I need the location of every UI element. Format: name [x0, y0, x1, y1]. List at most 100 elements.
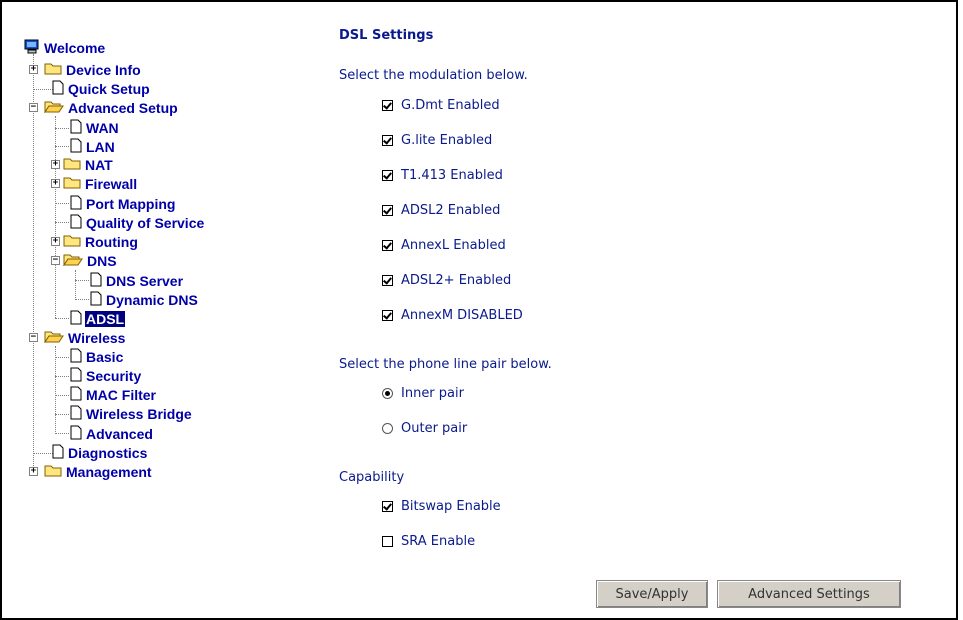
tree-item-advanced-setup[interactable]: Advanced Setup — [44, 98, 179, 117]
tree-label: NAT — [85, 156, 113, 173]
save-apply-button[interactable]: Save/Apply — [596, 580, 708, 608]
expand-icon[interactable]: + — [51, 160, 60, 169]
tree-item-routing[interactable]: Routing — [63, 232, 139, 251]
tree-line — [55, 203, 69, 204]
computer-icon — [24, 39, 40, 57]
tree-label: DNS Server — [106, 272, 184, 289]
tree-item-advanced[interactable]: Advanced — [70, 424, 154, 443]
tree-item-wan[interactable]: WAN — [70, 118, 120, 137]
option-sra[interactable]: SRA Enable — [382, 534, 475, 549]
tree-label: Management — [66, 463, 152, 480]
tree-line — [33, 89, 53, 90]
tree-item-wireless-bridge[interactable]: Wireless Bridge — [70, 404, 193, 423]
checkbox[interactable] — [382, 536, 393, 547]
tree-label: LAN — [86, 138, 115, 155]
expand-icon[interactable]: + — [51, 237, 60, 246]
tree-label: Basic — [86, 348, 124, 365]
option-label: ADSL2 Enabled — [401, 203, 501, 218]
checkbox[interactable] — [382, 310, 393, 321]
folder-icon — [44, 61, 62, 78]
document-icon — [52, 444, 64, 462]
tree-item-dns[interactable]: DNS — [63, 251, 118, 270]
tree-item-quality-of-service[interactable]: Quality of Service — [70, 213, 205, 232]
tree-line — [55, 318, 69, 319]
tree-label: Quick Setup — [68, 80, 150, 97]
collapse-icon[interactable]: − — [51, 256, 60, 265]
tree-item-basic[interactable]: Basic — [70, 347, 124, 366]
checkbox[interactable] — [382, 170, 393, 181]
option-annexm[interactable]: AnnexM DISABLED — [382, 308, 523, 323]
document-icon — [90, 272, 102, 290]
option-bitswap[interactable]: Bitswap Enable — [382, 499, 501, 514]
tree-item-diagnostics[interactable]: Diagnostics — [52, 443, 148, 462]
tree-line — [33, 453, 53, 454]
advanced-settings-button[interactable]: Advanced Settings — [717, 580, 901, 608]
tree-label: Device Info — [66, 61, 141, 78]
option-label: ADSL2+ Enabled — [401, 273, 512, 288]
checkbox[interactable] — [382, 501, 393, 512]
checkbox[interactable] — [382, 205, 393, 216]
document-icon — [52, 80, 64, 98]
option-adsl2[interactable]: ADSL2 Enabled — [382, 203, 500, 218]
tree-item-lan[interactable]: LAN — [70, 137, 116, 156]
option-gdmt[interactable]: G.Dmt Enabled — [382, 98, 500, 113]
modulation-prompt: Select the modulation below. — [339, 68, 528, 83]
document-icon — [70, 119, 82, 137]
tree-label: Security — [86, 367, 142, 384]
radio-inner-pair[interactable]: Inner pair — [382, 386, 464, 401]
tree-item-management[interactable]: Management — [44, 462, 153, 481]
tree-line — [75, 270, 76, 300]
checkbox[interactable] — [382, 240, 393, 251]
radio-button[interactable] — [382, 388, 393, 399]
checkbox[interactable] — [382, 275, 393, 286]
option-adsl2plus[interactable]: ADSL2+ Enabled — [382, 273, 511, 288]
tree-item-dns-server[interactable]: DNS Server — [90, 271, 184, 290]
expand-icon[interactable]: + — [29, 467, 38, 476]
open-folder-icon — [44, 329, 64, 346]
tree-item-device-info[interactable]: Device Info — [44, 60, 142, 79]
document-icon — [70, 386, 82, 404]
tree-line — [55, 222, 69, 223]
tree-item-dynamic-dns[interactable]: Dynamic DNS — [90, 290, 199, 309]
expand-icon[interactable]: + — [51, 179, 60, 188]
tree-label: Quality of Service — [86, 214, 205, 231]
tree-item-adsl[interactable]: ADSL — [70, 309, 126, 328]
tree-line — [55, 357, 69, 358]
tree-item-port-mapping[interactable]: Port Mapping — [70, 194, 176, 213]
tree-item-welcome[interactable]: Welcome — [24, 38, 106, 57]
tree-item-firewall[interactable]: Firewall — [63, 174, 138, 193]
tree-item-wireless[interactable]: Wireless — [44, 328, 126, 347]
checkbox[interactable] — [382, 100, 393, 111]
option-annexl[interactable]: AnnexL Enabled — [382, 238, 506, 253]
tree-label: Wireless Bridge — [86, 405, 192, 422]
collapse-icon[interactable]: − — [29, 333, 38, 342]
tree-line — [55, 395, 69, 396]
open-folder-icon — [63, 252, 83, 269]
tree-label: WAN — [86, 119, 119, 136]
tree-line — [33, 54, 34, 472]
tree-label: Advanced Setup — [68, 99, 178, 116]
radio-outer-pair[interactable]: Outer pair — [382, 421, 467, 436]
tree-label: MAC Filter — [86, 386, 156, 403]
tree-label: Port Mapping — [86, 195, 176, 212]
expand-icon[interactable]: + — [29, 65, 38, 74]
capability-label: Capability — [339, 470, 405, 485]
document-icon — [70, 214, 82, 232]
option-label: T1.413 Enabled — [401, 168, 503, 183]
tree-item-quick-setup[interactable]: Quick Setup — [52, 79, 151, 98]
tree-line — [75, 299, 89, 300]
option-label: AnnexM DISABLED — [401, 308, 523, 323]
radio-button[interactable] — [382, 423, 393, 434]
tree-item-nat[interactable]: NAT — [63, 155, 114, 174]
document-icon — [70, 138, 82, 156]
tree-label: Routing — [85, 233, 138, 250]
folder-icon — [63, 156, 81, 173]
tree-item-security[interactable]: Security — [70, 366, 142, 385]
option-glite[interactable]: G.lite Enabled — [382, 133, 492, 148]
checkbox[interactable] — [382, 135, 393, 146]
collapse-icon[interactable]: − — [29, 103, 38, 112]
document-icon — [70, 310, 82, 328]
tree-label: Dynamic DNS — [106, 291, 198, 308]
tree-item-mac-filter[interactable]: MAC Filter — [70, 385, 157, 404]
option-t1413[interactable]: T1.413 Enabled — [382, 168, 503, 183]
